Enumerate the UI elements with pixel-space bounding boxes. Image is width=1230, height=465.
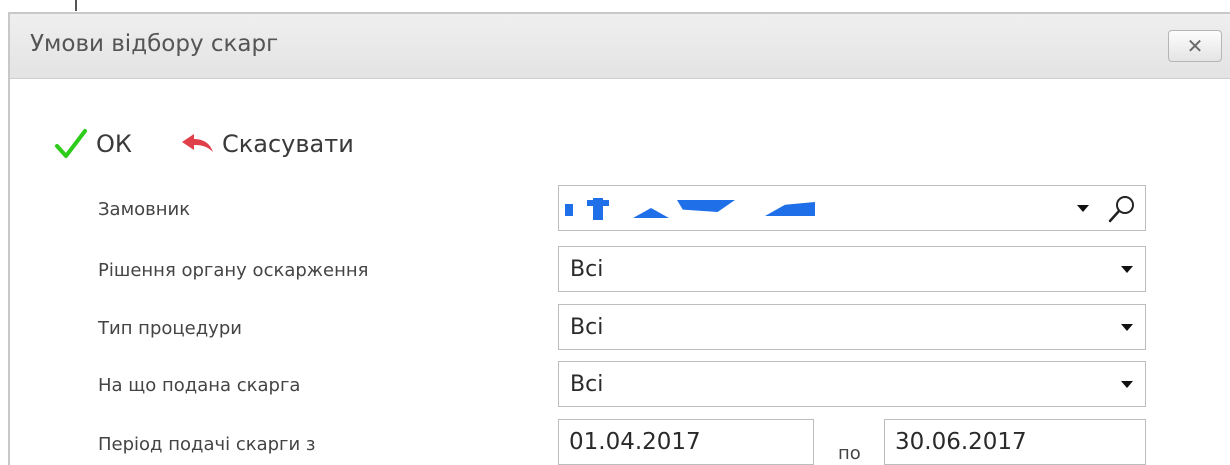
complaint-subject-select[interactable]: Всі (558, 361, 1146, 407)
period-label: Період подачі скарги з (98, 434, 316, 455)
complaint-subject-value: Всі (570, 372, 604, 397)
ok-label: ОК (96, 130, 132, 158)
complaint-subject-label: На що подана скарга (98, 375, 301, 396)
appeal-decision-label: Рішення органу оскарження (98, 260, 369, 281)
customer-select[interactable] (558, 185, 1146, 231)
close-button[interactable]: ✕ (1168, 30, 1222, 62)
dropdown-arrow-icon[interactable] (1077, 205, 1089, 212)
dialog-title: Умови відбору скарг (30, 31, 279, 57)
customer-label: Замовник (98, 199, 191, 220)
search-icon[interactable] (1107, 194, 1137, 224)
cancel-label: Скасувати (222, 130, 354, 158)
close-icon: ✕ (1186, 34, 1204, 58)
dropdown-arrow-icon[interactable] (1121, 266, 1133, 273)
top-edge-mark (75, 0, 77, 11)
checkmark-icon (55, 129, 87, 158)
procedure-type-value: Всі (570, 315, 604, 340)
redacted-value (565, 196, 835, 222)
undo-arrow-icon (182, 134, 213, 152)
period-to-input[interactable]: 30.06.2017 (884, 419, 1146, 465)
period-from-value: 01.04.2017 (569, 429, 701, 455)
appeal-decision-select[interactable]: Всі (558, 246, 1146, 292)
dialog-titlebar: Умови відбору скарг ✕ (10, 14, 1230, 79)
period-from-input[interactable]: 01.04.2017 (558, 419, 814, 465)
procedure-type-label: Тип процедури (98, 318, 242, 339)
cancel-button[interactable]: Скасувати (180, 122, 354, 166)
period-to-label: по (838, 443, 861, 464)
period-to-value: 30.06.2017 (895, 429, 1027, 455)
dropdown-arrow-icon[interactable] (1121, 324, 1133, 331)
filter-dialog: Умови відбору скарг ✕ ОК Скасувати Замов… (8, 12, 1230, 465)
appeal-decision-value: Всі (570, 257, 604, 282)
dropdown-arrow-icon[interactable] (1121, 381, 1133, 388)
ok-button[interactable]: ОК (54, 122, 132, 166)
procedure-type-select[interactable]: Всі (558, 304, 1146, 350)
